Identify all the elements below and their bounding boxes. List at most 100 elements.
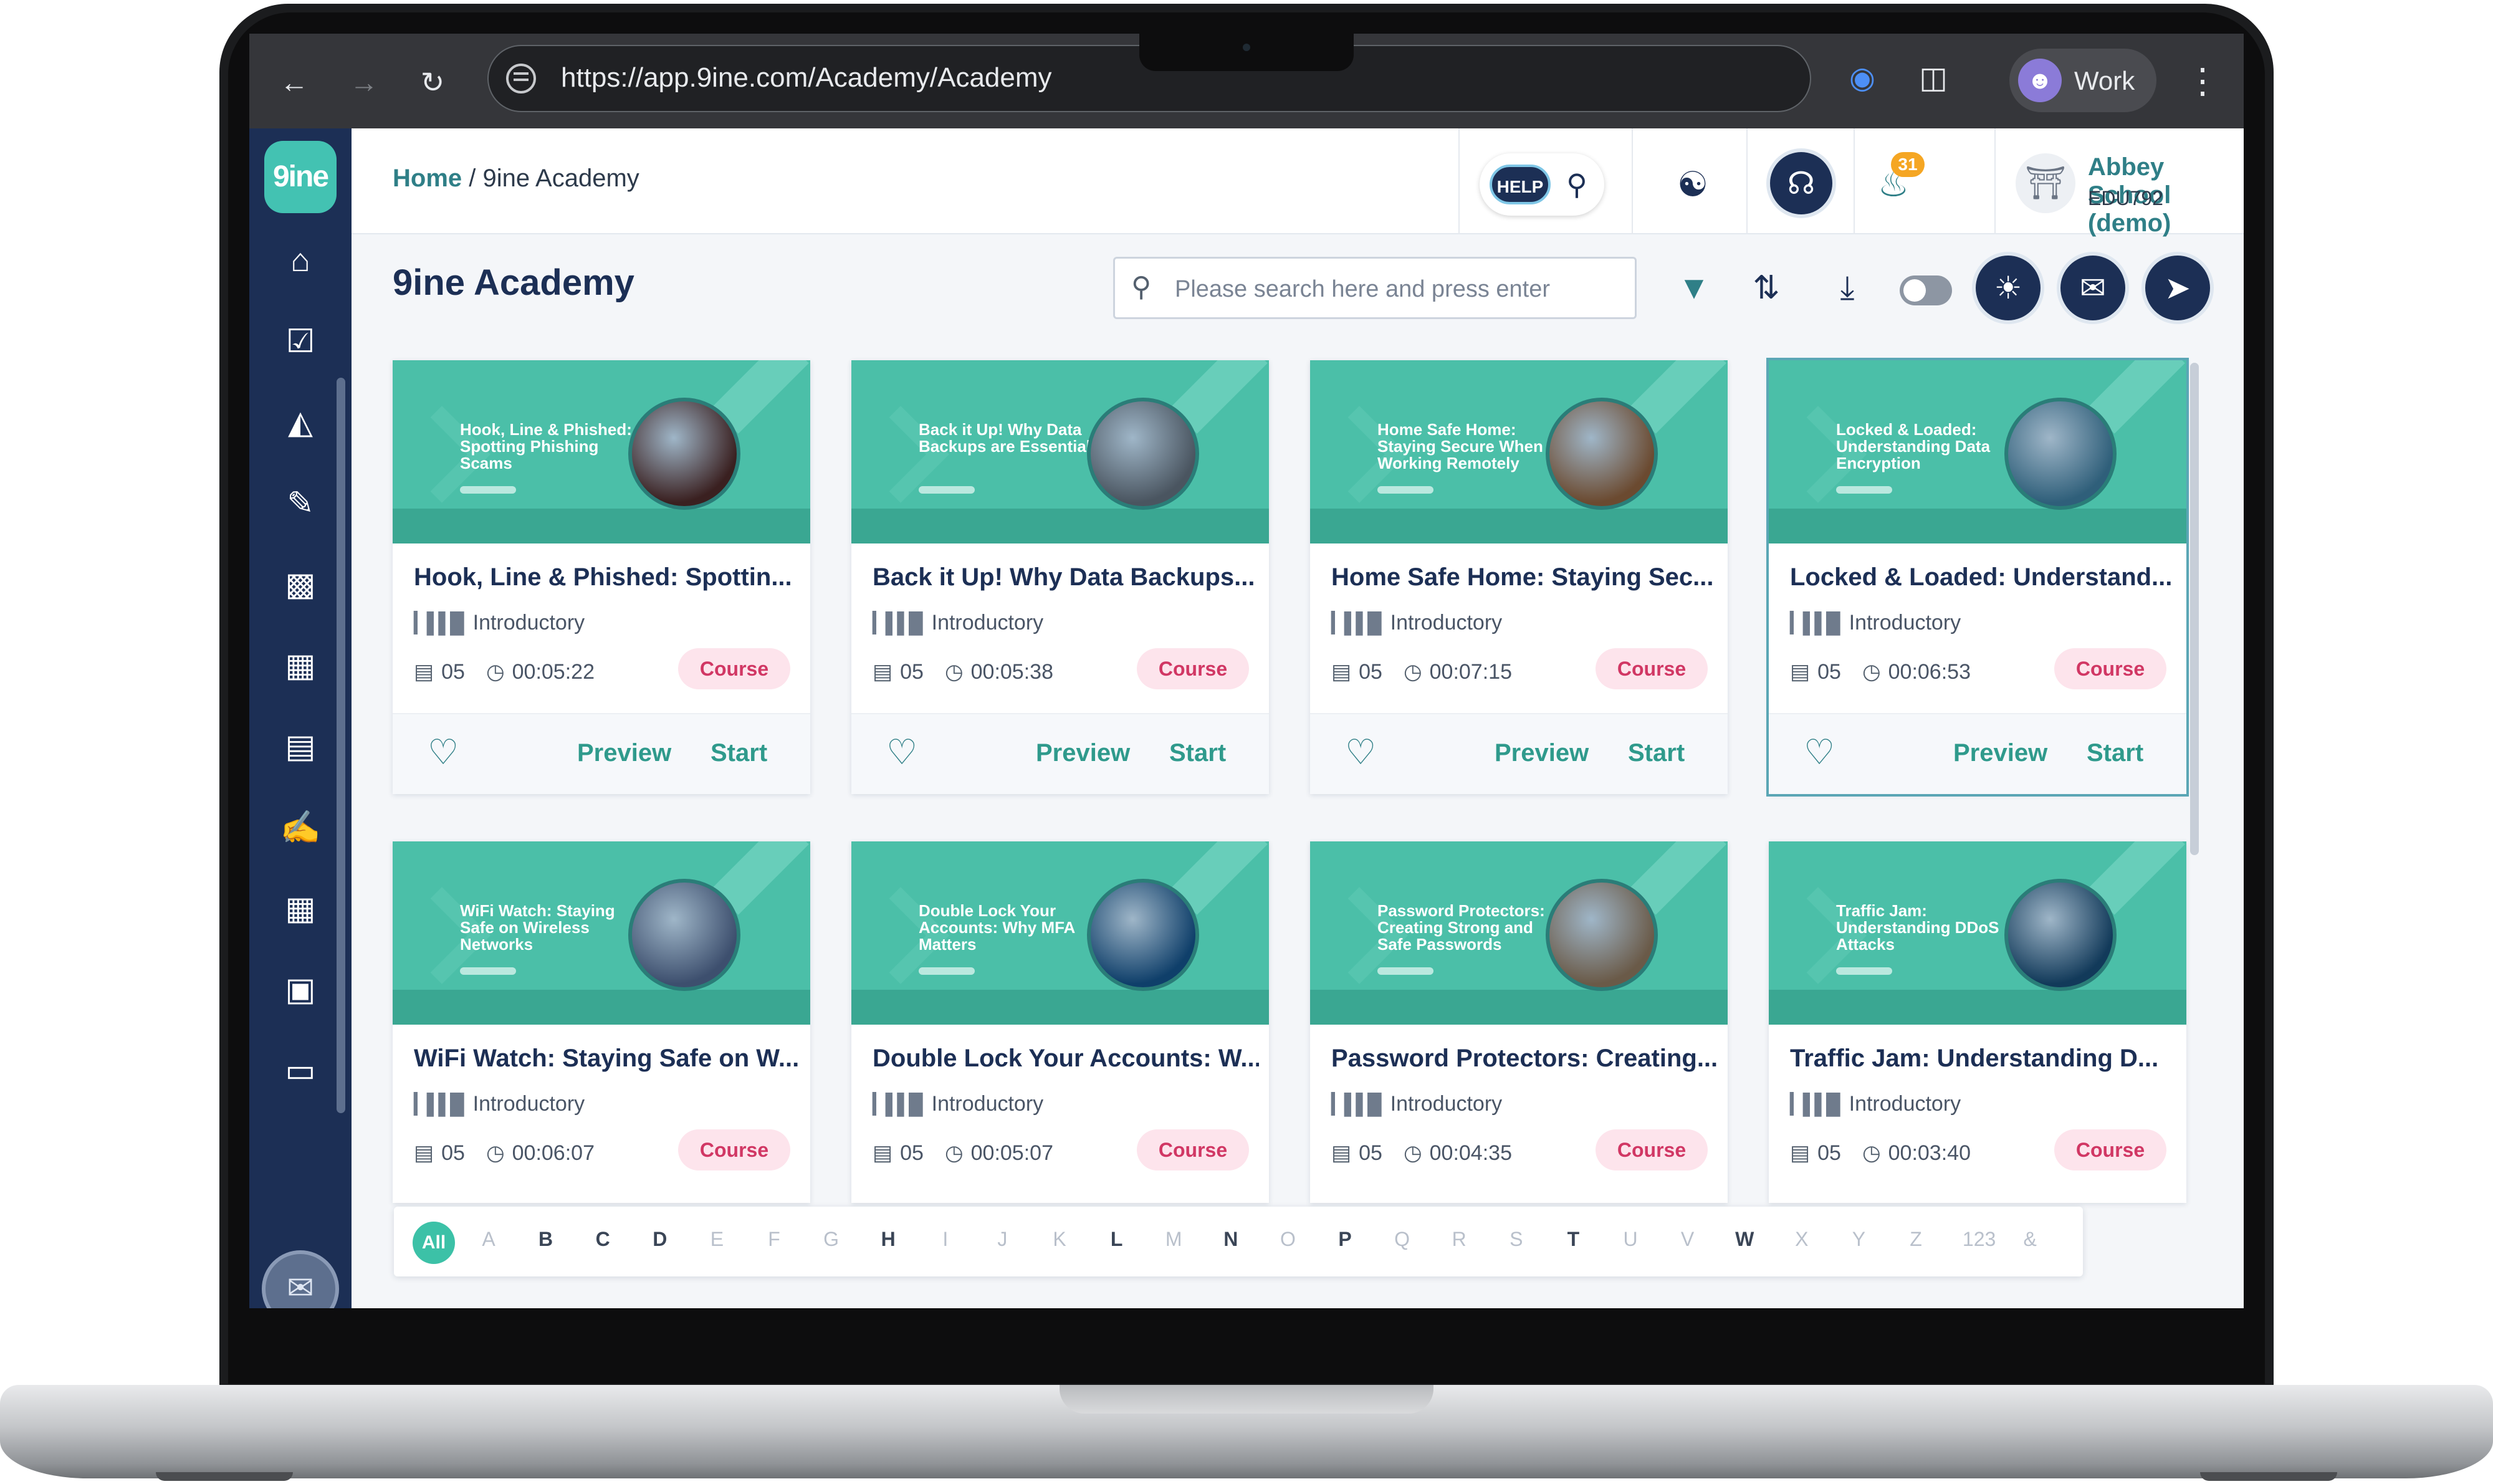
course-card[interactable]: Locked & Loaded: Understanding Data Encr…: [1769, 360, 2186, 794]
forward-arrow-icon[interactable]: →: [345, 64, 383, 101]
course-thumbnail[interactable]: Password Protectors: Creating Strong and…: [1310, 841, 1728, 1025]
tasks-icon[interactable]: ☑: [275, 317, 325, 366]
alpha-letter[interactable]: P: [1320, 1228, 1370, 1251]
announcement-icon[interactable]: ☊: [1770, 152, 1832, 214]
search-field[interactable]: ⚲ Please search here and press enter: [1113, 257, 1637, 319]
course-thumbnail[interactable]: Hook, Line & Phished: Spotting Phishing …: [393, 360, 810, 543]
course-card[interactable]: Password Protectors: Creating Strong and…: [1310, 841, 1728, 1203]
sort-icon[interactable]: ⇅: [1744, 266, 1789, 310]
alpha-letter[interactable]: B: [521, 1228, 571, 1251]
profile-button[interactable]: ☻ Work: [2009, 49, 2156, 112]
alpha-letter[interactable]: L: [1092, 1228, 1142, 1251]
course-thumbnail[interactable]: Double Lock Your Accounts: Why MFA Matte…: [851, 841, 1269, 1025]
view-toggle[interactable]: [1900, 275, 1952, 305]
course-card[interactable]: Traffic Jam: Understanding DDoS Attacks T…: [1769, 841, 2186, 1203]
user-settings-icon[interactable]: ☯: [1668, 160, 1718, 209]
course-card[interactable]: Back it Up! Why Data Backups are Essenti…: [851, 360, 1269, 794]
alpha-letter[interactable]: O: [1263, 1228, 1313, 1251]
store-icon[interactable]: ▣: [275, 965, 325, 1015]
course-title[interactable]: Hook, Line & Phished: Spottin...: [414, 563, 800, 591]
course-thumbnail[interactable]: Back it Up! Why Data Backups are Essenti…: [851, 360, 1269, 543]
start-button[interactable]: Start: [711, 739, 767, 767]
favorite-heart-icon[interactable]: ♡: [1804, 732, 1835, 773]
course-thumbnail[interactable]: Home Safe Home: Staying Secure When Work…: [1310, 360, 1728, 543]
alpha-letter[interactable]: W: [1720, 1228, 1769, 1251]
breadcrumb-home[interactable]: Home: [393, 165, 462, 192]
course-title[interactable]: Locked & Loaded: Understand...: [1790, 563, 2176, 591]
alpha-letter[interactable]: I: [921, 1228, 970, 1251]
start-button[interactable]: Start: [1169, 739, 1226, 767]
course-title[interactable]: Traffic Jam: Understanding D...: [1790, 1045, 2176, 1073]
alpha-letter[interactable]: M: [1149, 1228, 1199, 1251]
content-scrollbar[interactable]: [2190, 363, 2199, 855]
course-card[interactable]: Hook, Line & Phished: Spotting Phishing …: [393, 360, 810, 794]
report-edit-icon[interactable]: ✍: [275, 803, 325, 853]
rocket-icon[interactable]: ➤: [2145, 256, 2210, 320]
alpha-letter[interactable]: S: [1491, 1228, 1541, 1251]
course-card[interactable]: WiFi Watch: Staying Safe on Wireless Net…: [393, 841, 810, 1203]
monitor-alert-icon[interactable]: ▤: [275, 722, 325, 772]
alpha-letter[interactable]: H: [863, 1228, 913, 1251]
course-thumbnail[interactable]: Locked & Loaded: Understanding Data Encr…: [1769, 360, 2186, 543]
course-title[interactable]: Double Lock Your Accounts: W...: [873, 1045, 1259, 1073]
alpha-letter[interactable]: C: [578, 1228, 628, 1251]
preview-button[interactable]: Preview: [1495, 739, 1589, 767]
search-icon[interactable]: ⚲: [1558, 166, 1596, 203]
course-thumbnail[interactable]: WiFi Watch: Staying Safe on Wireless Net…: [393, 841, 810, 1025]
preview-button[interactable]: Preview: [1036, 739, 1130, 767]
alpha-letter[interactable]: N: [1206, 1228, 1256, 1251]
alpha-letter[interactable]: X: [1777, 1228, 1827, 1251]
inbox-icon[interactable]: ◭: [275, 398, 325, 448]
course-title[interactable]: Home Safe Home: Staying Sec...: [1331, 563, 1718, 591]
course-title[interactable]: Password Protectors: Creating...: [1331, 1045, 1718, 1073]
alpha-letter[interactable]: Y: [1834, 1228, 1883, 1251]
course-thumbnail[interactable]: Traffic Jam: Understanding DDoS Attacks: [1769, 841, 2186, 1025]
download-icon[interactable]: ⤓: [1825, 266, 1870, 310]
lightbulb-icon[interactable]: ☀: [1976, 256, 2041, 320]
start-button[interactable]: Start: [2087, 739, 2143, 767]
alpha-letter[interactable]: 123: [1948, 1228, 2011, 1251]
alpha-letter[interactable]: A: [464, 1228, 514, 1251]
favorite-heart-icon[interactable]: ♡: [428, 732, 459, 773]
alpha-letter[interactable]: G: [806, 1228, 856, 1251]
alpha-letter[interactable]: R: [1434, 1228, 1484, 1251]
course-card[interactable]: Home Safe Home: Staying Secure When Work…: [1310, 360, 1728, 794]
monitor-settings-icon[interactable]: ▦: [275, 641, 325, 691]
search-input[interactable]: Please search here and press enter: [1175, 276, 1550, 303]
preview-button[interactable]: Preview: [1953, 739, 2047, 767]
alpha-letter[interactable]: &: [2005, 1228, 2055, 1251]
alpha-letter[interactable]: Q: [1377, 1228, 1427, 1251]
sidebar-scrollbar[interactable]: [337, 378, 345, 1113]
help-search-button[interactable]: HELP ⚲: [1480, 153, 1604, 216]
site-info-icon[interactable]: [506, 64, 536, 93]
alpha-letter[interactable]: E: [692, 1228, 742, 1251]
alpha-letter[interactable]: F: [749, 1228, 799, 1251]
start-button[interactable]: Start: [1628, 739, 1685, 767]
more-menu-icon[interactable]: ⋮: [2185, 56, 2220, 106]
folder-icon[interactable]: ▭: [275, 1046, 325, 1096]
logo[interactable]: 9ine: [264, 141, 337, 213]
favorite-heart-icon[interactable]: ♡: [886, 732, 917, 773]
alpha-letter[interactable]: K: [1035, 1228, 1084, 1251]
alpha-letter[interactable]: T: [1548, 1228, 1598, 1251]
alpha-letter[interactable]: V: [1663, 1228, 1713, 1251]
help-badge[interactable]: HELP: [1490, 165, 1551, 204]
back-arrow-icon[interactable]: ←: [275, 64, 313, 101]
extension-icon[interactable]: ◉: [1842, 59, 1882, 98]
reload-icon[interactable]: ↻: [414, 64, 451, 101]
course-title[interactable]: Back it Up! Why Data Backups...: [873, 563, 1259, 591]
puzzle-icon[interactable]: ◫: [1913, 59, 1953, 98]
alpha-all-button[interactable]: All: [413, 1222, 455, 1264]
filter-icon[interactable]: ▼: [1672, 266, 1716, 310]
lock-icon[interactable]: ▩: [275, 560, 325, 610]
favorite-heart-icon[interactable]: ♡: [1345, 732, 1376, 773]
course-title[interactable]: WiFi Watch: Staying Safe on W...: [414, 1045, 800, 1073]
document-edit-icon[interactable]: ✎: [275, 479, 325, 529]
building-icon[interactable]: ▦: [275, 884, 325, 934]
alpha-letter[interactable]: D: [635, 1228, 685, 1251]
support-chat-icon[interactable]: ✉: [262, 1250, 339, 1308]
alpha-letter[interactable]: Z: [1891, 1228, 1941, 1251]
alpha-letter[interactable]: U: [1605, 1228, 1655, 1251]
preview-button[interactable]: Preview: [577, 739, 671, 767]
home-icon[interactable]: ⌂: [275, 236, 325, 285]
